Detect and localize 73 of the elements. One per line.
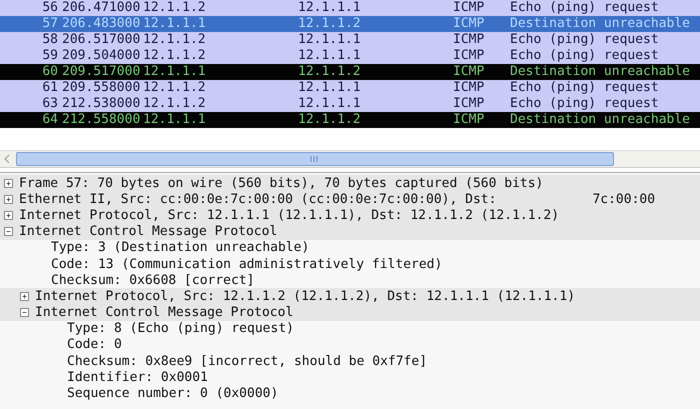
table-cell-text: 12.1.1.2	[143, 0, 207, 16]
table-cell-text: 12.1.1.1	[298, 0, 362, 16]
packet-row[interactable]: 56 206.471000 12.1.1.2 12.1.1.1 ICMP Echo (ping) request	[0, 0, 700, 16]
table-cell-text: ICMP	[453, 32, 486, 48]
table-cell-text: 61	[41, 80, 59, 96]
table-cell-text: 57	[41, 16, 59, 32]
expand-icon[interactable]	[4, 210, 13, 220]
table-cell-text: 12.1.1.1	[298, 32, 362, 48]
table-cell: Echo (ping) request	[510, 96, 659, 112]
tree-item[interactable]: Type: 3 (Destination unreachable)	[51, 240, 310, 256]
collapse-icon[interactable]	[4, 227, 13, 236]
table-cell-text: 64	[41, 112, 59, 128]
table-cell-text: 12.1.1.2	[143, 32, 207, 48]
table-cell: Echo (ping) request	[510, 0, 659, 16]
table-cell: Echo (ping) request	[510, 80, 659, 96]
table-cell-text: 56	[41, 0, 59, 16]
table-cell-text: 209.504000	[62, 48, 142, 64]
table-cell: Echo (ping) request	[510, 32, 659, 48]
table-cell-text: 12.1.1.1	[298, 48, 362, 64]
packet-row[interactable]: 61 209.558000 12.1.1.2 12.1.1.1 ICMP Echo (ping) request	[0, 80, 700, 96]
table-cell: Echo (ping) request	[510, 48, 659, 64]
table-cell-text: 212.558000	[62, 112, 142, 128]
table-cell-text: 206.483000	[62, 16, 142, 32]
table-cell-text: 12.1.1.1	[143, 112, 207, 128]
tree-item[interactable]: Type: 8 (Echo (ping) request)	[67, 321, 294, 336]
tree-item[interactable]: Checksum: 0x8ee9 [incorrect, should be 0xf7fe]	[67, 354, 428, 369]
table-cell-text: 12.1.1.2	[143, 80, 207, 96]
table-cell-text: 12.1.1.1	[143, 64, 207, 80]
table-cell-text: 12.1.1.2	[298, 16, 362, 32]
packet-row[interactable]: 63 212.538000 12.1.1.2 12.1.1.1 ICMP Echo (ping) request	[0, 96, 700, 112]
table-cell-text: 12.1.1.2	[298, 64, 362, 80]
table-cell-text: 63	[41, 96, 59, 112]
table-cell-text: 12.1.1.2	[298, 112, 362, 128]
table-cell-text: 12.1.1.2	[143, 96, 207, 112]
table-cell-text: 60	[41, 64, 59, 80]
table-cell-text: 12.1.1.1	[143, 16, 207, 32]
scrollbar-thumb[interactable]	[16, 152, 614, 166]
tree-item[interactable]: Checksum: 0x6608 [correct]	[51, 272, 254, 288]
packet-row[interactable]: 58 206.517000 12.1.1.2 12.1.1.1 ICMP Echo (ping) request	[0, 32, 700, 48]
table-cell-text: ICMP	[453, 64, 486, 80]
tree-item[interactable]: Identifier: 0x0001	[67, 370, 208, 385]
packet-row[interactable]: 64 212.558000 12.1.1.1 12.1.1.2 ICMP Destination unreachable	[0, 112, 700, 128]
table-cell-text: ICMP	[453, 16, 486, 32]
table-cell-text: 59	[41, 48, 59, 64]
table-cell-text: 206.471000	[62, 0, 142, 16]
packet-row[interactable]: 60 209.517000 12.1.1.1 12.1.1.2 ICMP Destination unreachable	[0, 64, 700, 80]
expand-icon[interactable]	[4, 194, 13, 204]
table-cell: Destination unreachable	[510, 112, 690, 128]
table-cell-text: ICMP	[453, 80, 486, 96]
table-cell-text: 12.1.1.1	[298, 80, 362, 96]
expand-icon[interactable]	[20, 292, 29, 301]
table-cell-text: ICMP	[453, 48, 486, 64]
table-cell: Destination unreachable	[510, 64, 690, 80]
table-cell-text: 58	[41, 32, 59, 48]
table-cell-text: ICMP	[453, 112, 486, 128]
tree-item[interactable]: Sequence number: 0 (0x0000)	[67, 386, 278, 402]
table-cell-text: 212.538000	[62, 96, 142, 112]
expand-icon[interactable]	[4, 178, 13, 188]
table-cell-text: 209.558000	[62, 80, 142, 96]
tree-item[interactable]: Code: 13 (Communication administratively filtered)	[51, 256, 442, 272]
table-cell-text: ICMP	[453, 96, 486, 112]
table-cell-text: 206.517000	[62, 32, 142, 48]
table-cell-text: ICMP	[453, 0, 486, 16]
tree-item[interactable]: Code: 0	[67, 337, 122, 352]
table-cell-text: 12.1.1.1	[298, 96, 362, 112]
collapse-icon[interactable]	[20, 308, 29, 318]
table-cell-text: 209.517000	[62, 64, 142, 80]
tree-item[interactable]: Ethernet II, Src: cc:00:0e:7c:00:00 (cc:00:0e:7c:00:00), Dst:	[19, 192, 496, 207]
table-cell-text: 12.1.1.2	[143, 48, 207, 64]
tree-item: 7c:00:00	[592, 192, 656, 207]
table-cell: Destination unreachable	[510, 16, 690, 32]
packet-row[interactable]: 59 209.504000 12.1.1.2 12.1.1.1 ICMP Echo (ping) request	[0, 48, 700, 64]
scroll-left-icon[interactable]	[4, 155, 10, 163]
